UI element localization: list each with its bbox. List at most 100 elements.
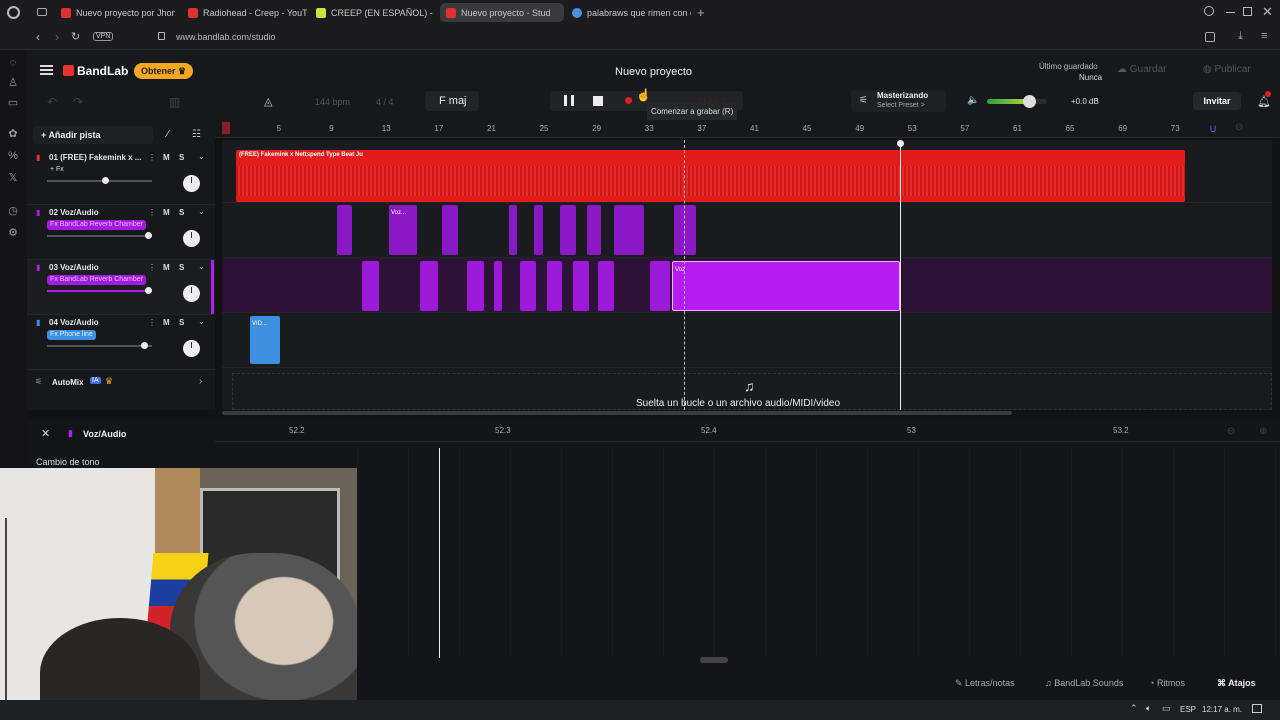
bottom-tab-sounds[interactable]: ♫ BandLab Sounds — [1045, 678, 1123, 688]
bottom-tab-lyrics[interactable]: ✎ Letras/notas — [955, 678, 1015, 689]
pan-knob[interactable] — [183, 230, 200, 247]
track-name[interactable]: 03 Voz/Audio — [49, 263, 99, 272]
messenger-icon[interactable]: ◌ — [7, 57, 19, 69]
fx-button[interactable]: + Fx — [47, 165, 67, 175]
stop-button[interactable] — [593, 96, 603, 106]
master-volume-knob[interactable] — [1023, 95, 1036, 108]
audio-region-vocal-2[interactable]: Voz... — [389, 205, 417, 255]
history-icon[interactable]: ◷ — [7, 205, 19, 217]
chatgpt-icon[interactable]: ✿ — [7, 128, 19, 140]
undo-icon[interactable]: ↶ — [47, 95, 57, 109]
tray-chevron-icon[interactable]: ⌃ — [1130, 703, 1138, 714]
audio-region-vocal-2[interactable] — [442, 205, 458, 255]
chevron-down-icon[interactable]: ⌄ — [198, 207, 205, 216]
settings-icon[interactable]: ⚙ — [7, 227, 19, 239]
mute-button[interactable]: M — [163, 208, 170, 217]
fx-button[interactable]: Fx Phone line — [47, 330, 96, 340]
url-text[interactable]: www.bandlab.com/studio — [176, 32, 276, 42]
mute-button[interactable]: M — [163, 263, 170, 272]
download-icon[interactable]: ⤓ — [1238, 30, 1243, 43]
bpm-field[interactable]: 144 bpm — [315, 97, 350, 107]
video-region[interactable]: VID... — [250, 316, 280, 364]
track-volume-slider[interactable] — [47, 177, 152, 184]
bandlab-logo-text[interactable]: BandLab — [77, 64, 128, 78]
browser-tab-4[interactable]: Nuevo proyecto - Stud — [440, 3, 564, 22]
horizontal-scrollbar[interactable] — [222, 411, 1012, 415]
hamburger-menu-icon[interactable] — [40, 65, 53, 75]
zoom-in-icon[interactable]: ⊕ — [1259, 426, 1267, 437]
track-header-1[interactable]: ▮ 01 (FREE) Fakemink x ... ⋮ M S ⌄ + Fx — [27, 150, 215, 205]
audio-region-vocal-2[interactable] — [614, 205, 644, 255]
reload-icon[interactable]: ↻ — [71, 30, 80, 43]
search-icon[interactable] — [1204, 6, 1214, 16]
bottom-tab-shortcuts[interactable]: ⌘ Atajos — [1217, 678, 1256, 689]
solo-button[interactable]: S — [179, 263, 184, 272]
audio-region-vocal-2[interactable] — [509, 205, 517, 255]
tray-sound-icon[interactable]: 🔈︎ — [1146, 703, 1151, 714]
get-membership-button[interactable]: Obtener ♛ — [134, 63, 194, 79]
chevron-right-icon[interactable]: › — [199, 376, 202, 387]
track-header-2[interactable]: ▮ 02 Voz/Audio ⋮ M S ⌄ Fx BandLab Reverb… — [27, 205, 215, 260]
pan-knob[interactable] — [183, 175, 200, 192]
time-signature-field[interactable]: 4 / 4 — [376, 97, 394, 107]
solo-button[interactable]: S — [179, 318, 184, 327]
menu-icon[interactable]: ≡ — [1261, 30, 1267, 42]
speaker-icon[interactable]: 🔈 — [967, 95, 979, 106]
timeline-ruler[interactable]: 15913172125293337414549535761656973 ∪ ⊖ — [215, 120, 1280, 138]
mute-button[interactable]: M — [163, 318, 170, 327]
record-button[interactable] — [625, 97, 632, 104]
audio-region-vocal-3[interactable] — [494, 261, 502, 311]
editor-playhead[interactable] — [439, 448, 440, 658]
minimize-icon[interactable] — [1226, 12, 1235, 13]
audio-region-vocal-3[interactable] — [650, 261, 670, 311]
track-volume-slider[interactable] — [47, 342, 152, 349]
volume-knob[interactable] — [141, 342, 148, 349]
forward-icon[interactable]: › — [55, 30, 59, 44]
invite-button[interactable]: Invitar — [1193, 92, 1241, 110]
track-header-3[interactable]: ▮ 03 Voz/Audio ⋮ M S ⌄ Fx BandLab Reverb… — [27, 260, 215, 315]
clock[interactable]: 12:17 a. m. — [1202, 705, 1242, 714]
notifications-icon[interactable]: 🔔︎ — [1257, 95, 1271, 108]
editor-scrollbar[interactable] — [700, 657, 728, 663]
percent-icon[interactable]: % — [7, 150, 19, 162]
save-button[interactable]: ☁ Guardar — [1117, 64, 1166, 75]
audio-region-vocal-3[interactable] — [420, 261, 438, 311]
audio-region-vocal-3-recording[interactable]: Voz — [672, 261, 900, 311]
audio-region-vocal-2[interactable] — [587, 205, 601, 255]
extensions-icon[interactable] — [1205, 32, 1215, 42]
audio-region-vocal-3[interactable] — [362, 261, 379, 311]
solo-button[interactable]: S — [179, 208, 184, 217]
audio-region-vocal-2[interactable] — [674, 205, 696, 255]
new-tab-icon[interactable]: + — [697, 5, 705, 20]
playhead[interactable] — [900, 140, 901, 410]
mute-button[interactable]: M — [163, 153, 170, 162]
solo-button[interactable]: S — [179, 153, 184, 162]
audio-region-vocal-3[interactable] — [573, 261, 589, 311]
track-more-icon[interactable]: ⋮ — [148, 153, 156, 162]
pause-button[interactable] — [564, 95, 574, 106]
track-name[interactable]: 02 Voz/Audio — [49, 208, 99, 217]
chevron-down-icon[interactable]: ⌄ — [198, 317, 205, 326]
pan-knob[interactable] — [183, 285, 200, 302]
track-volume-slider[interactable] — [47, 232, 152, 239]
pan-knob[interactable] — [183, 340, 200, 357]
track-volume-slider[interactable] — [47, 287, 152, 294]
wallet-icon[interactable]: ▭ — [7, 97, 19, 109]
audio-region-vocal-2[interactable] — [337, 205, 352, 255]
metronome-icon[interactable]: ◬ — [264, 95, 272, 108]
mixer-icon[interactable]: ▥ — [169, 95, 180, 109]
master-volume-slider[interactable] — [987, 95, 1047, 108]
audio-region-vocal-3[interactable] — [547, 261, 562, 311]
volume-knob[interactable] — [102, 177, 109, 184]
close-icon[interactable]: ✕ — [1262, 4, 1273, 20]
notification-center-icon[interactable] — [1252, 704, 1262, 713]
track-header-4[interactable]: ▮ 04 Voz/Audio ⋮ M S ⌄ Fx Phone line — [27, 315, 215, 370]
audio-region-vocal-3[interactable] — [520, 261, 536, 311]
audio-region-vocal-3[interactable] — [598, 261, 614, 311]
opera-logo-icon[interactable] — [7, 6, 20, 19]
bookmarks-icon[interactable]: ♙ — [7, 77, 19, 89]
playhead-handle[interactable] — [897, 140, 904, 147]
fx-button[interactable]: Fx BandLab Reverb Chamber — [47, 275, 146, 285]
tray-network-icon[interactable]: ▭ — [1162, 703, 1171, 714]
maximize-icon[interactable] — [1243, 7, 1252, 16]
